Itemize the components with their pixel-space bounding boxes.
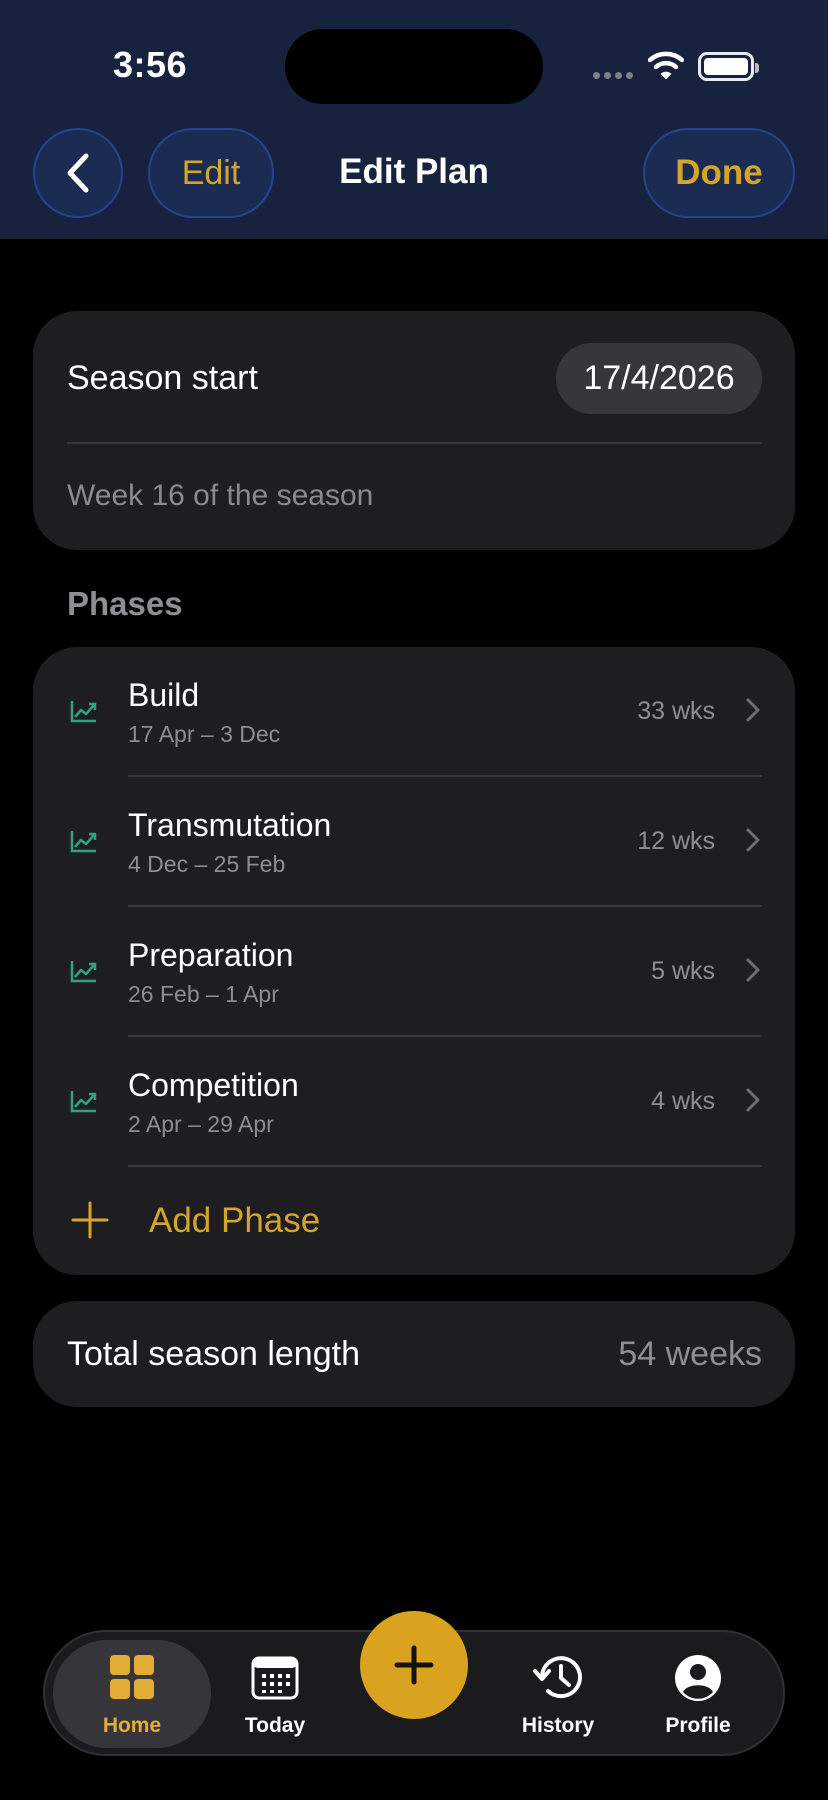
phase-dates: 17 Apr – 3 Dec [128, 721, 281, 747]
phase-name: Transmutation [128, 807, 332, 843]
total-season-card: Total season length 54 weeks [33, 1301, 795, 1407]
phase-dates: 4 Dec – 25 Feb [128, 851, 286, 877]
phase-name: Build [128, 677, 200, 713]
trend-up-icon [70, 1091, 97, 1113]
phase-weeks: 4 wks [651, 1087, 715, 1115]
chevron-right-icon [746, 1088, 760, 1112]
season-start-date-picker[interactable]: 17/4/2026 [556, 343, 762, 414]
dynamic-island [285, 29, 543, 104]
add-phase-button[interactable]: Add Phase [33, 1167, 795, 1275]
page-title: Edit Plan [339, 152, 489, 191]
history-icon [533, 1656, 582, 1699]
phases-section-title: Phases [67, 585, 183, 622]
trend-up-icon [70, 701, 97, 723]
back-button[interactable] [33, 128, 123, 218]
edit-button[interactable]: Edit [148, 128, 274, 218]
phase-dates: 2 Apr – 29 Apr [128, 1111, 274, 1137]
battery-icon [698, 52, 759, 81]
phase-row-preparation[interactable]: Preparation 26 Feb – 1 Apr 5 wks [33, 907, 795, 1037]
total-season-label: Total season length [67, 1335, 360, 1373]
divider [67, 442, 762, 444]
grid-icon [110, 1655, 154, 1699]
tab-home-label: Home [102, 1714, 162, 1737]
tab-today[interactable]: Today [205, 1632, 345, 1754]
phase-name: Preparation [128, 937, 294, 973]
tab-today-label: Today [244, 1714, 306, 1737]
tab-history-label: History [521, 1714, 595, 1737]
phase-row-competition[interactable]: Competition 2 Apr – 29 Apr 4 wks [33, 1037, 795, 1167]
done-button[interactable]: Done [643, 128, 795, 218]
phase-dates: 26 Feb – 1 Apr [128, 981, 279, 1007]
cellular-signal-icon [593, 72, 633, 79]
add-workout-fab[interactable] [360, 1611, 468, 1719]
phase-weeks: 33 wks [637, 697, 715, 725]
season-week-text: Week 16 of the season [67, 479, 374, 512]
chevron-left-icon [67, 153, 89, 193]
phase-row-transmutation[interactable]: Transmutation 4 Dec – 25 Feb 12 wks [33, 777, 795, 907]
tab-profile[interactable]: Profile [628, 1632, 768, 1754]
wifi-icon [648, 51, 684, 80]
calendar-icon [251, 1656, 299, 1700]
person-icon [675, 1655, 721, 1701]
phase-row-build[interactable]: Build 17 Apr – 3 Dec 33 wks [33, 647, 795, 777]
season-card: Season start 17/4/2026 Week 16 of the se… [33, 311, 795, 550]
tab-profile-label: Profile [665, 1714, 731, 1737]
status-time: 3:56 [113, 44, 188, 85]
trend-up-icon [70, 831, 97, 853]
phases-list: Build 17 Apr – 3 Dec 33 wks Transmutatio… [33, 647, 795, 1275]
tab-home[interactable]: Home [53, 1640, 211, 1748]
tab-history[interactable]: History [488, 1632, 628, 1754]
add-phase-label: Add Phase [149, 1201, 321, 1240]
plus-icon [71, 1201, 109, 1239]
header-bar: 3:56 Edit Edit Plan Done [0, 0, 828, 239]
phase-weeks: 5 wks [651, 957, 715, 985]
trend-up-icon [70, 961, 97, 983]
season-start-label: Season start [67, 359, 258, 397]
plus-icon [394, 1645, 434, 1685]
chevron-right-icon [746, 698, 760, 722]
phase-weeks: 12 wks [637, 827, 715, 855]
chevron-right-icon [746, 958, 760, 982]
total-season-value: 54 weeks [618, 1335, 762, 1373]
chevron-right-icon [746, 828, 760, 852]
phase-name: Competition [128, 1067, 299, 1103]
